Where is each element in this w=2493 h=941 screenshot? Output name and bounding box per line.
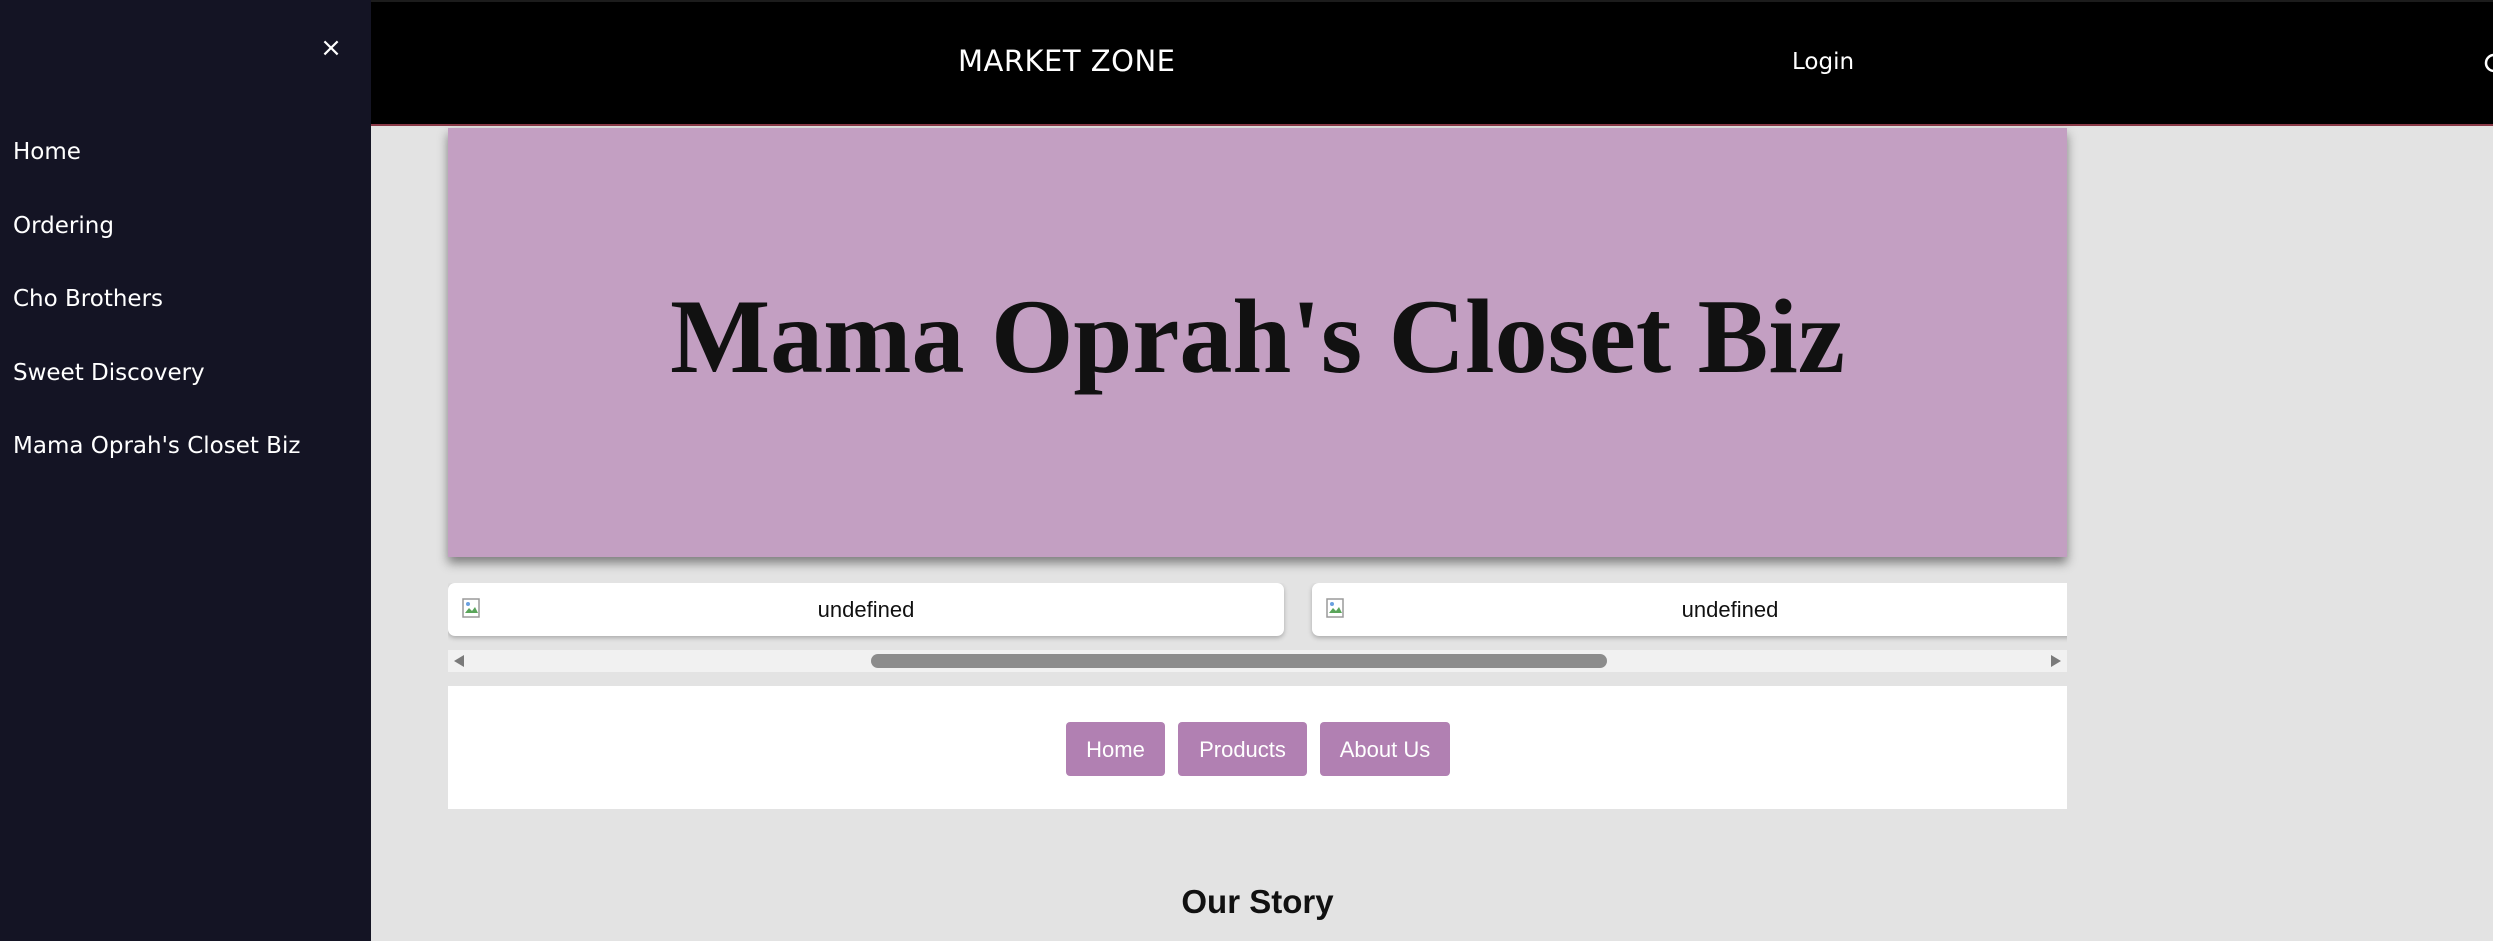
home-button[interactable]: Home <box>1066 722 1165 776</box>
scroll-right-arrow-icon[interactable] <box>2051 655 2061 667</box>
carousel-image-card[interactable]: undefined <box>1312 583 2067 636</box>
carousel-image-card[interactable]: undefined <box>448 583 1284 636</box>
products-button[interactable]: Products <box>1178 722 1307 776</box>
search-icon[interactable] <box>2483 52 2493 76</box>
scrollbar-thumb[interactable] <box>871 654 1607 668</box>
sidebar-item-home[interactable]: Home <box>0 124 371 198</box>
sidebar-menu: Home Ordering Cho Brothers Sweet Discove… <box>0 124 371 492</box>
image-alt-text: undefined <box>817 597 915 622</box>
hero-title: Mama Oprah's Closet Biz <box>670 277 1845 395</box>
login-link[interactable]: Login <box>1792 49 1854 75</box>
image-carousel: undefined undefined <box>448 583 2067 675</box>
store-nav-panel: Home Products About Us <box>448 686 2067 809</box>
sidebar-item-ordering[interactable]: Ordering <box>0 198 371 272</box>
about-us-button[interactable]: About Us <box>1320 722 1450 776</box>
image-alt-text: undefined <box>1681 597 1779 622</box>
horizontal-scrollbar[interactable] <box>448 650 2067 672</box>
sidebar-item-sweet-discovery[interactable]: Sweet Discovery <box>0 345 371 419</box>
our-story-heading: Our Story <box>1181 883 1334 920</box>
top-navbar: MARKET ZONE Login <box>371 0 2493 126</box>
hero-banner: Mama Oprah's Closet Biz <box>448 128 2067 557</box>
sidebar-item-cho-brothers[interactable]: Cho Brothers <box>0 271 371 345</box>
close-icon[interactable]: × <box>316 28 346 68</box>
scroll-left-arrow-icon[interactable] <box>454 655 464 667</box>
brand-logo-text[interactable]: MARKET ZONE <box>958 44 1176 78</box>
sidebar-item-mama-oprahs-closet-biz[interactable]: Mama Oprah's Closet Biz <box>0 418 371 492</box>
sidebar: × Home Ordering Cho Brothers Sweet Disco… <box>0 0 371 941</box>
